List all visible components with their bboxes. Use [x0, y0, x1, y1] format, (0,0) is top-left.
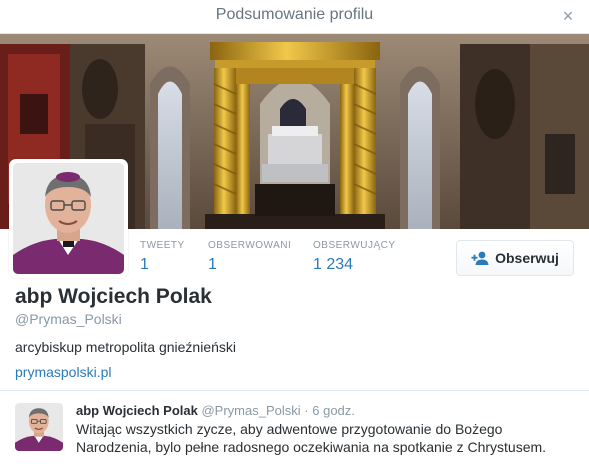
tweet-separator: · [304, 403, 309, 418]
stat-value: 1 234 [313, 256, 354, 273]
profile-url-link[interactable]: prymaspolski.pl [15, 364, 111, 380]
tweet-avatar[interactable] [15, 403, 63, 451]
tweet-item[interactable]: abp Wojciech Polak @Prymas_Polski · 6 go… [0, 391, 589, 466]
profile-name[interactable]: abp Wojciech Polak [15, 285, 212, 309]
profile-bio: arcybiskup metropolita gnieźnieński [15, 339, 236, 355]
modal-header: Podsumowanie profilu × [0, 0, 589, 34]
tweet-text: Witając wszystkich zycze, aby adwentowe … [76, 421, 547, 455]
tweet-author-name[interactable]: abp Wojciech Polak [76, 403, 198, 418]
stat-value: 1 [140, 256, 149, 273]
follow-button[interactable]: Obserwuj [456, 240, 574, 276]
stat-label: OBSERWOWANI [208, 240, 292, 251]
add-user-icon [471, 251, 489, 265]
stat-tweets[interactable]: TWEETY 1 [140, 240, 185, 274]
close-icon[interactable]: × [559, 6, 577, 26]
stat-label: TWEETY [140, 240, 185, 251]
stat-value: 1 [208, 256, 217, 273]
avatar-image [13, 163, 124, 274]
profile-handle[interactable]: @Prymas_Polski [15, 311, 122, 327]
follow-button-label: Obserwuj [495, 250, 559, 266]
stat-label: OBSERWUJĄCY [313, 240, 396, 251]
stat-following[interactable]: OBSERWOWANI 1 [208, 240, 291, 274]
modal-title: Podsumowanie profilu [215, 6, 374, 23]
stat-followers[interactable]: OBSERWUJĄCY 1 234 [313, 240, 396, 274]
tweet-timestamp[interactable]: 6 godz. [312, 403, 355, 418]
profile-avatar[interactable] [9, 159, 128, 278]
tweet-header: abp Wojciech Polak @Prymas_Polski · 6 go… [76, 403, 355, 418]
tweet-author-handle[interactable]: @Prymas_Polski [201, 403, 300, 418]
